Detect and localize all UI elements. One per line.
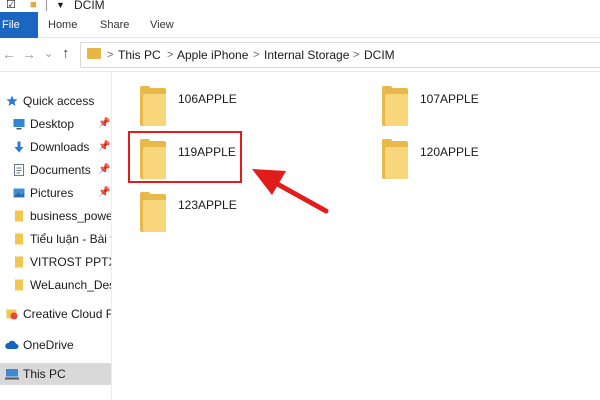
sidebar-item-this-pc[interactable]: This PC [0,363,111,385]
sidebar-item-label: This PC [23,367,66,381]
file-list: 106APPLE 107APPLE 119APPLE 120APPLE 123A… [112,72,600,400]
breadcrumb-separator: > [253,49,260,61]
breadcrumb-dcim[interactable]: DCIM [364,48,395,62]
tab-view[interactable]: View [150,12,174,38]
creative-cloud-icon [6,309,18,320]
folder-icon [140,192,166,232]
breadcrumb-this-pc[interactable]: This PC [118,48,161,62]
folder-icon [382,86,408,126]
star-icon [6,95,18,106]
sidebar-item-label: Tiểu luận - Bài th [30,232,112,246]
navigation-pane: Quick access Desktop 📌 Downloads 📌 Docum… [0,72,112,400]
folder-icon: ■ [30,0,37,11]
ribbon-tabs: File Home Share View [0,12,600,38]
pin-icon[interactable]: 📌 [98,113,110,135]
sidebar-item-label: Creative Cloud File [23,307,111,321]
sidebar-item-creative-cloud[interactable]: Creative Cloud File [0,303,111,325]
folder-icon [87,48,101,59]
quick-access-dropdown-icon[interactable]: ▼ [56,0,65,12]
breadcrumb-separator: > [107,49,114,61]
sidebar-item-label: WeLaunch_Desig [30,278,111,292]
address-bar[interactable]: > This PC > Apple iPhone > Internal Stor… [80,42,600,68]
folder-icon [15,233,23,245]
title-separator [46,0,47,11]
breadcrumb-apple-iphone[interactable]: Apple iPhone [177,48,248,62]
address-row: ← → ⌄ ↑ > This PC > Apple iPhone > Inter… [0,38,600,72]
title-bar: ☑ ■ ▼ DCIM [0,0,600,12]
folder-icon [15,256,23,268]
back-button[interactable]: ← [2,46,16,62]
sidebar-item-label: VITROST PPTX [30,255,112,269]
folder-label: 107APPLE [420,92,479,106]
folder-tile[interactable]: 106APPLE [140,86,300,130]
checkbox-icon[interactable]: ☑ [6,0,16,12]
sidebar-item-pictures[interactable]: Pictures 📌 [0,182,111,204]
breadcrumb-internal-storage[interactable]: Internal Storage [264,48,349,62]
window-title: DCIM [74,0,105,12]
folder-icon [382,139,408,179]
sidebar-item-quick-access[interactable]: Quick access [0,90,111,112]
cloud-icon [5,340,19,349]
folder-label: 120APPLE [420,145,479,159]
tab-share[interactable]: Share [100,12,129,38]
folder-label: 123APPLE [178,198,237,212]
sidebar-item-label: Quick access [23,94,95,108]
desktop-icon [13,119,25,130]
folder-tile[interactable]: 120APPLE [382,139,542,183]
pin-icon[interactable]: 📌 [98,136,110,158]
tab-home[interactable]: Home [48,12,77,38]
red-arrow-icon [252,169,329,214]
recent-locations-button[interactable]: ⌄ [44,46,53,62]
sidebar-item-label: OneDrive [23,338,74,352]
sidebar-item-label: Documents [30,163,91,177]
sidebar-item-onedrive[interactable]: OneDrive [0,334,111,356]
pin-icon[interactable]: 📌 [98,182,110,204]
folder-tile[interactable]: 107APPLE [382,86,542,130]
sidebar-item-folder[interactable]: WeLaunch_Desig [0,274,111,296]
sidebar-item-label: business_power [30,209,112,223]
pin-icon[interactable]: 📌 [98,159,110,181]
sidebar-item-documents[interactable]: Documents 📌 [0,159,111,181]
sidebar-item-desktop[interactable]: Desktop 📌 [0,113,111,135]
sidebar-item-label: Downloads [30,140,90,154]
tab-file[interactable]: File [0,12,38,38]
documents-icon [14,164,24,176]
folder-icon [140,86,166,126]
up-button[interactable]: ↑ [62,46,70,62]
sidebar-item-downloads[interactable]: Downloads 📌 [0,136,111,158]
folder-icon [15,279,23,291]
sidebar-item-label: Desktop [30,117,75,131]
breadcrumb-separator: > [353,49,360,61]
pictures-icon [13,188,25,198]
download-icon [14,141,24,153]
sidebar-item-label: Pictures [30,186,74,200]
breadcrumb-separator: > [167,49,174,61]
folder-icon [15,210,23,222]
sidebar-item-folder[interactable]: VITROST PPTX [0,251,112,273]
folder-label: 106APPLE [178,92,237,106]
forward-button[interactable]: → [22,46,36,62]
sidebar-item-folder[interactable]: business_power [0,205,112,227]
sidebar-item-folder[interactable]: Tiểu luận - Bài th [0,228,112,250]
highlight-box [128,131,242,183]
computer-icon [5,369,19,380]
